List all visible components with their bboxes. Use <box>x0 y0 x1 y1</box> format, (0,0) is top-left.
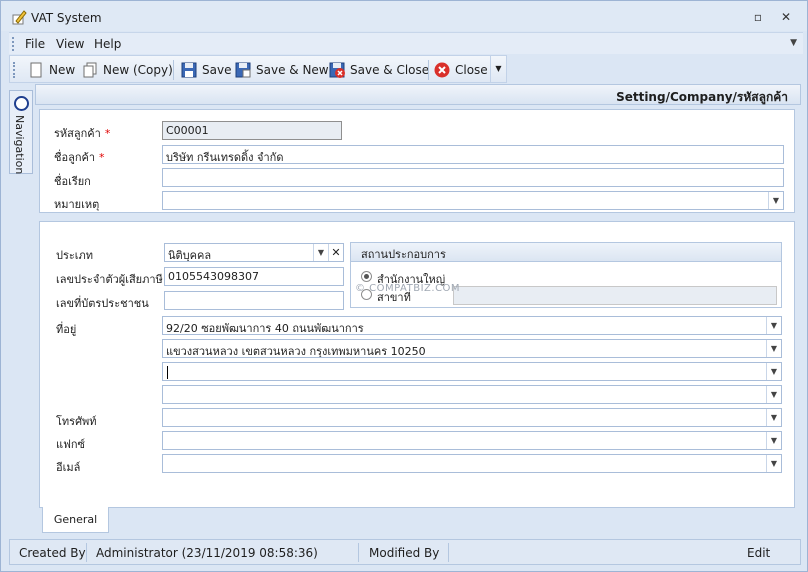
type-value: นิติบุคคล <box>168 249 212 262</box>
save-new-button[interactable]: Save & New <box>232 59 332 81</box>
app-window: VAT System ▫ ✕ File View Help ▼ New New … <box>0 0 808 572</box>
toolbar: New New (Copy) Save Save & New Save & Cl… <box>9 55 507 83</box>
customer-name-field[interactable]: บริษัท กรีนเทรดดิ้ง จำกัด <box>162 145 784 164</box>
new-copy-button[interactable]: New (Copy) <box>79 59 176 81</box>
status-separator <box>448 543 449 562</box>
chevron-down-icon[interactable]: ▼ <box>766 363 781 380</box>
note-label: หมายเหตุ <box>54 198 100 211</box>
fax-combo[interactable]: ▼ <box>162 431 782 450</box>
app-pencil-icon <box>11 9 27 25</box>
idcard-field[interactable] <box>164 291 344 310</box>
tab-general[interactable]: General <box>42 507 109 533</box>
navigation-tab[interactable]: Navigation <box>9 90 33 174</box>
close-circle-icon <box>434 62 450 78</box>
branch-number-field[interactable] <box>453 286 777 305</box>
menu-help[interactable]: Help <box>94 37 121 51</box>
phone-label: โทรศัพท์ <box>56 415 97 428</box>
menu-bar: File View Help ▼ <box>9 32 803 54</box>
compass-icon <box>14 96 29 111</box>
breadcrumb-bar: Setting/Company/รหัสลูกค้า <box>35 84 801 105</box>
save-close-button-label: Save & Close <box>350 63 430 77</box>
chevron-down-icon[interactable]: ▼ <box>766 409 781 426</box>
window-title: VAT System <box>31 11 102 25</box>
details-panel: ประเภท นิติบุคคล ▼ ✕ เลขประจำตัวผู้เสียภ… <box>39 221 795 508</box>
new-button-label: New <box>49 63 76 77</box>
status-separator <box>358 543 359 562</box>
new-copy-button-label: New (Copy) <box>103 63 173 77</box>
breadcrumb: Setting/Company/รหัสลูกค้า <box>616 90 788 104</box>
chevron-down-icon[interactable]: ▼ <box>766 432 781 449</box>
save-new-button-label: Save & New <box>256 63 329 77</box>
status-bar: Created By Administrator (23/11/2019 08:… <box>9 539 801 565</box>
customer-panel: รหัสลูกค้า * C00001 ชื่อลูกค้า * บริษัท กร… <box>39 109 795 213</box>
customer-name-label: ชื่อลูกค้า * <box>54 151 105 164</box>
clear-icon[interactable]: ✕ <box>328 244 343 261</box>
email-label: อีเมล์ <box>56 461 81 474</box>
menu-file[interactable]: File <box>25 37 45 51</box>
menu-overflow-icon[interactable]: ▼ <box>790 38 797 48</box>
save-new-icon <box>235 62 251 78</box>
customer-alias-field[interactable] <box>162 168 784 187</box>
address-label: ที่อยู่ <box>56 323 77 336</box>
taxid-field[interactable]: 0105543098307 <box>164 267 344 286</box>
navigation-label: Navigation <box>13 115 26 175</box>
text-caret <box>167 366 168 379</box>
type-combo[interactable]: นิติบุคคล ▼ ✕ <box>164 243 344 262</box>
toolbar-overflow-icon[interactable]: ▼ <box>490 56 506 82</box>
close-button-label: Close <box>455 63 488 77</box>
toolbar-separator <box>428 60 429 80</box>
establishment-title: สถานประกอบการ <box>351 243 781 262</box>
required-mark: * <box>104 127 111 140</box>
establishment-group: สถานประกอบการ สำนักงานใหญ่ สาขาที่ <box>350 242 782 308</box>
close-button[interactable]: Close <box>431 59 491 81</box>
status-separator <box>86 543 87 562</box>
save-button[interactable]: Save <box>178 59 234 81</box>
save-close-icon <box>329 62 345 78</box>
new-button[interactable]: New <box>25 59 78 81</box>
new-document-icon <box>28 62 44 78</box>
chevron-down-icon[interactable]: ▼ <box>768 192 783 209</box>
created-by-value: Administrator (23/11/2019 08:58:36) <box>96 546 318 560</box>
type-label: ประเภท <box>56 249 94 262</box>
save-close-button[interactable]: Save & Close <box>326 59 432 81</box>
address-line-2[interactable]: แขวงสวนหลวง เขตสวนหลวง กรุงเทพมหานคร 102… <box>162 339 782 358</box>
toolbar-grip[interactable] <box>13 62 16 78</box>
title-bar: VAT System ▫ ✕ <box>1 1 807 31</box>
toolbar-separator <box>173 60 174 80</box>
floppy-disk-icon <box>181 62 197 78</box>
save-button-label: Save <box>202 63 232 77</box>
phone-combo[interactable]: ▼ <box>162 408 782 427</box>
note-combo[interactable]: ▼ <box>162 191 784 210</box>
form-mode: Edit <box>747 546 771 560</box>
address-line-1[interactable]: 92/20 ซอยพัฒนาการ 40 ถนนพัฒนาการ ▼ <box>162 316 782 335</box>
chevron-down-icon[interactable]: ▼ <box>766 455 781 472</box>
address-line-3[interactable]: ▼ <box>162 362 782 381</box>
email-combo[interactable]: ▼ <box>162 454 782 473</box>
required-mark: * <box>99 151 105 164</box>
created-by-label: Created By <box>19 546 86 560</box>
taxid-label: เลขประจำตัวผู้เสียภาษี <box>56 273 163 286</box>
chevron-down-icon[interactable]: ▼ <box>313 244 328 261</box>
customer-code-field[interactable]: C00001 <box>162 121 342 140</box>
chevron-down-icon[interactable]: ▼ <box>766 317 781 334</box>
fax-label: แฟกซ์ <box>56 438 86 451</box>
menu-view[interactable]: View <box>56 37 84 51</box>
address-line-4[interactable]: ▼ <box>162 385 782 404</box>
watermark: © COMPATBIZ.COM <box>355 283 461 294</box>
modified-by-label: Modified By <box>369 546 440 560</box>
customer-code-label: รหัสลูกค้า * <box>54 127 111 140</box>
customer-alias-label: ชื่อเรียก <box>54 175 91 188</box>
copy-document-icon <box>82 62 98 78</box>
close-icon[interactable]: ✕ <box>779 10 793 24</box>
restore-icon[interactable]: ▫ <box>751 10 765 24</box>
menu-grip[interactable] <box>12 37 15 51</box>
chevron-down-icon[interactable]: ▼ <box>766 386 781 403</box>
chevron-down-icon[interactable]: ▼ <box>766 340 781 357</box>
headoffice-radio[interactable] <box>361 271 372 282</box>
idcard-label: เลขที่บัตรประชาชน <box>56 297 149 310</box>
